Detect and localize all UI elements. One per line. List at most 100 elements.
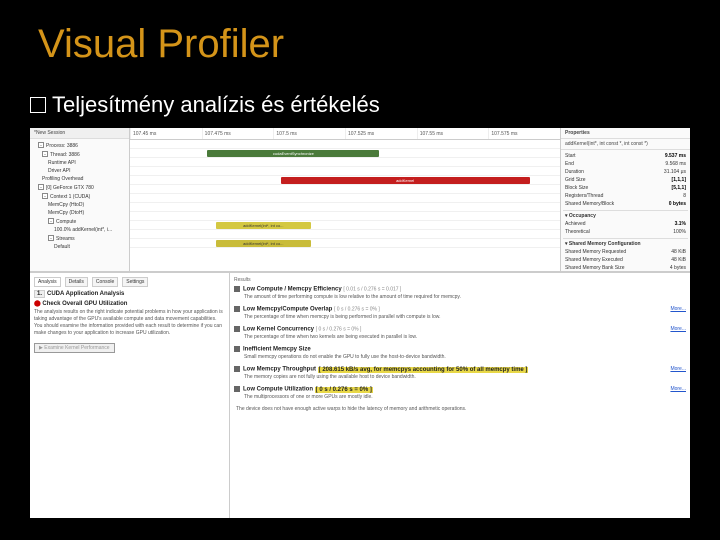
prop-row: Shared Memory Requested48 KiB	[563, 248, 688, 256]
tab-console[interactable]: Console	[92, 277, 118, 287]
tree-process[interactable]: −Process: 3886	[32, 141, 127, 150]
tree-thread[interactable]: −Thread: 3886	[32, 150, 127, 159]
result-desc: Small memcpy operations do not enable th…	[244, 354, 686, 361]
kernel-bar[interactable]: addKernel(int*, int co...	[216, 222, 311, 229]
result-desc: The amount of time performing compute is…	[244, 294, 686, 301]
collapse-icon[interactable]: −	[42, 151, 48, 157]
slide-title: Visual Profiler	[38, 22, 284, 67]
subtitle-text: Teljesítmény analízis és értékelés	[52, 92, 380, 117]
runtime-bar[interactable]: cudaEventSynchronize	[207, 150, 379, 157]
collapse-icon[interactable]: −	[38, 142, 44, 148]
prop-row: Shared Memory Bank Size4 bytes	[563, 264, 688, 272]
tree-default-stream[interactable]: Default	[32, 243, 127, 251]
result-item: More... Low Memcpy Throughput [ 208.615 …	[234, 366, 686, 380]
result-item: Low Compute / Memcpy Efficiency [ 0.01 s…	[234, 286, 686, 300]
result-desc: The percentage of time when two kernels …	[244, 334, 686, 341]
stream-bar[interactable]: addKernel(int*, int co...	[216, 240, 311, 247]
result-icon	[234, 326, 240, 332]
time-tick: 107.575 ms	[488, 128, 560, 139]
analysis-left-panel: Analysis Details Console Settings 1.CUDA…	[30, 273, 230, 518]
properties-panel: Properties addKernel(int*, int const *, …	[560, 128, 690, 271]
analysis-step2-title: ⬤ Check Overall GPU Utilization	[34, 300, 225, 307]
result-icon	[234, 346, 240, 352]
tree-runtime-api[interactable]: Runtime API	[32, 159, 127, 167]
result-icon	[234, 306, 240, 312]
timeline-area[interactable]: 107.45 ms 107.475 ms 107.5 ms 107.525 ms…	[130, 128, 560, 271]
analysis-body: The analysis results on the right indica…	[34, 309, 225, 337]
result-icon	[234, 286, 240, 292]
profiler-window: *New Session −Process: 3886 −Thread: 388…	[30, 128, 690, 518]
more-link[interactable]: More...	[670, 386, 686, 392]
more-link[interactable]: More...	[670, 306, 686, 312]
time-tick: 107.45 ms	[130, 128, 202, 139]
tree-kernel[interactable]: 100.0% addKernel(int*, i...	[32, 226, 127, 234]
properties-header: Properties	[561, 128, 690, 139]
top-pane: *New Session −Process: 3886 −Thread: 388…	[30, 128, 690, 273]
time-ruler: 107.45 ms 107.475 ms 107.5 ms 107.525 ms…	[130, 128, 560, 140]
tree-compute[interactable]: −Compute	[32, 217, 127, 226]
bullet-box-icon	[30, 97, 46, 113]
time-tick: 107.475 ms	[202, 128, 274, 139]
tree-gpu[interactable]: −[0] GeForce GTX 780	[32, 183, 127, 192]
prop-row: Grid Size[1,1,1]	[563, 176, 688, 184]
examine-kernel-button[interactable]: ▶ Examine Kernel Performance	[34, 343, 115, 353]
prop-section[interactable]: ▾ Shared Memory Configuration	[563, 238, 688, 248]
result-metric: [ 0.01 s / 0.276 s = 0.017 ]	[343, 287, 401, 293]
result-icon	[234, 386, 240, 392]
timeline-tree-panel: *New Session −Process: 3886 −Thread: 388…	[30, 128, 130, 271]
collapse-icon[interactable]: −	[42, 193, 48, 199]
bottom-tabs: Analysis Details Console Settings	[34, 277, 225, 287]
compute-bar[interactable]: addKernel	[281, 177, 530, 184]
result-item: Inefficient Memcpy Size Small memcpy ope…	[234, 346, 686, 360]
tree-driver-api[interactable]: Driver API	[32, 167, 127, 175]
tree-memcpy-htod[interactable]: MemCpy (HtoD)	[32, 201, 127, 209]
result-title-text: Low Compute / Memcpy Efficiency	[243, 287, 342, 293]
time-tick: 107.55 ms	[417, 128, 489, 139]
result-desc: The multiprocessors of one or more GPUs …	[244, 394, 686, 401]
prop-row: Shared Memory Executed48 KiB	[563, 256, 688, 264]
prop-row: Duration31.104 μs	[563, 168, 688, 176]
result-item: More... Low Kernel Concurrency [ 0 s / 0…	[234, 326, 686, 340]
result-title-text: Low Memcpy Throughput	[243, 367, 316, 373]
result-desc: The device does not have enough active w…	[236, 406, 686, 413]
result-item: More... Low Memcpy/Compute Overlap [ 0 s…	[234, 306, 686, 320]
result-metric-highlight: [ 0 s / 0.276 s = 0% ]	[315, 387, 373, 393]
prop-row: Achieved3.1%	[563, 220, 688, 228]
more-link[interactable]: More...	[670, 326, 686, 332]
tree-memcpy-dtoh[interactable]: MemCpy (DtoH)	[32, 209, 127, 217]
tab-details[interactable]: Details	[65, 277, 88, 287]
result-item: The device does not have enough active w…	[234, 406, 686, 413]
prop-row: Shared Memory/Block0 bytes	[563, 200, 688, 208]
collapse-icon[interactable]: −	[48, 235, 54, 241]
analysis-step1-title: 1.CUDA Application Analysis	[34, 291, 225, 297]
result-item: More... Low Compute Utilization [ 0 s / …	[234, 386, 686, 400]
analysis-results-panel: Results Low Compute / Memcpy Efficiency …	[230, 273, 690, 518]
prop-row: Block Size[5,1,1]	[563, 184, 688, 192]
result-metric: [ 0 s / 0.276 s = 0% ]	[334, 307, 380, 313]
bottom-pane: Analysis Details Console Settings 1.CUDA…	[30, 273, 690, 518]
time-tick: 107.5 ms	[273, 128, 345, 139]
prop-row: End9.568 ms	[563, 160, 688, 168]
tab-settings[interactable]: Settings	[122, 277, 148, 287]
result-title-text: Low Compute Utilization	[243, 387, 313, 393]
step-number: 1.	[34, 290, 45, 298]
tree-context[interactable]: −Context 1 (CUDA)	[32, 192, 127, 201]
result-desc: The memory copies are not fully using th…	[244, 374, 686, 381]
result-title-text: Inefficient Memcpy Size	[243, 347, 311, 353]
collapse-icon[interactable]: −	[48, 218, 54, 224]
prop-row: Registers/Thread8	[563, 192, 688, 200]
tree-profiling-overhead[interactable]: Profiling Overhead	[32, 175, 127, 183]
session-tab[interactable]: *New Session	[30, 128, 129, 139]
result-metric-highlight: [ 208.615 kB/s avg, for memcpys accounti…	[318, 367, 529, 373]
more-link[interactable]: More...	[670, 366, 686, 372]
collapse-icon[interactable]: −	[38, 184, 44, 190]
prop-row: Theoretical100%	[563, 228, 688, 236]
results-header: Results	[234, 277, 686, 283]
tree-streams[interactable]: −Streams	[32, 234, 127, 243]
time-tick: 107.525 ms	[345, 128, 417, 139]
process-tree[interactable]: −Process: 3886 −Thread: 3886 Runtime API…	[30, 139, 129, 253]
prop-section[interactable]: ▾ Occupancy	[563, 210, 688, 220]
result-desc: The percentage of time when memcpy is be…	[244, 314, 686, 321]
timeline-rows: cudaEventSynchronize addKernel addKernel…	[130, 140, 560, 260]
tab-analysis[interactable]: Analysis	[34, 277, 61, 287]
